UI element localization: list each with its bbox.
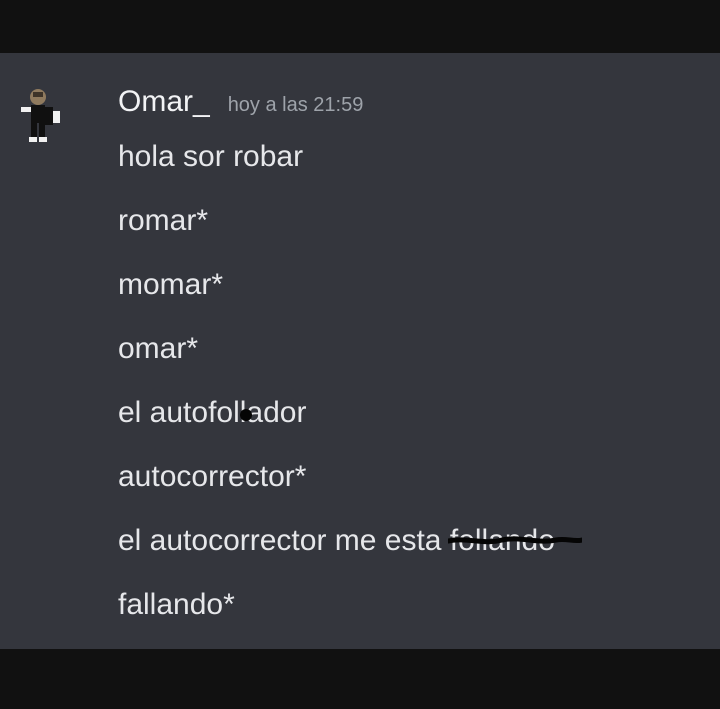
message-line-1: hola sor robar	[118, 140, 304, 173]
username[interactable]: Omar_	[118, 85, 210, 119]
message-line-5: el autofollador	[118, 396, 307, 429]
crossed-out-word: follando	[447, 523, 582, 559]
crossed-out-word-text: follando	[449, 524, 555, 557]
chat-message-panel: Omar_ hoy a las 21:59 hola sor robar rom…	[0, 53, 720, 649]
message-line-3: momar*	[118, 268, 224, 301]
avatar-body-icon	[31, 105, 45, 123]
cursor-dot	[240, 409, 252, 421]
message-line-8: fallando*	[118, 588, 235, 621]
message-line-2: romar*	[118, 204, 209, 237]
avatar[interactable]	[8, 85, 64, 143]
message-line-7-text: el autocorrector me esta	[118, 524, 450, 557]
message-line-7: el autocorrector me esta follando	[118, 523, 582, 559]
screenshot-frame: Omar_ hoy a las 21:59 hola sor robar rom…	[0, 0, 720, 709]
message-line-6: autocorrector*	[118, 460, 307, 493]
message-header: Omar_ hoy a las 21:59	[118, 85, 363, 125]
message-line-4: omar*	[118, 332, 199, 365]
timestamp: hoy a las 21:59	[227, 94, 364, 116]
